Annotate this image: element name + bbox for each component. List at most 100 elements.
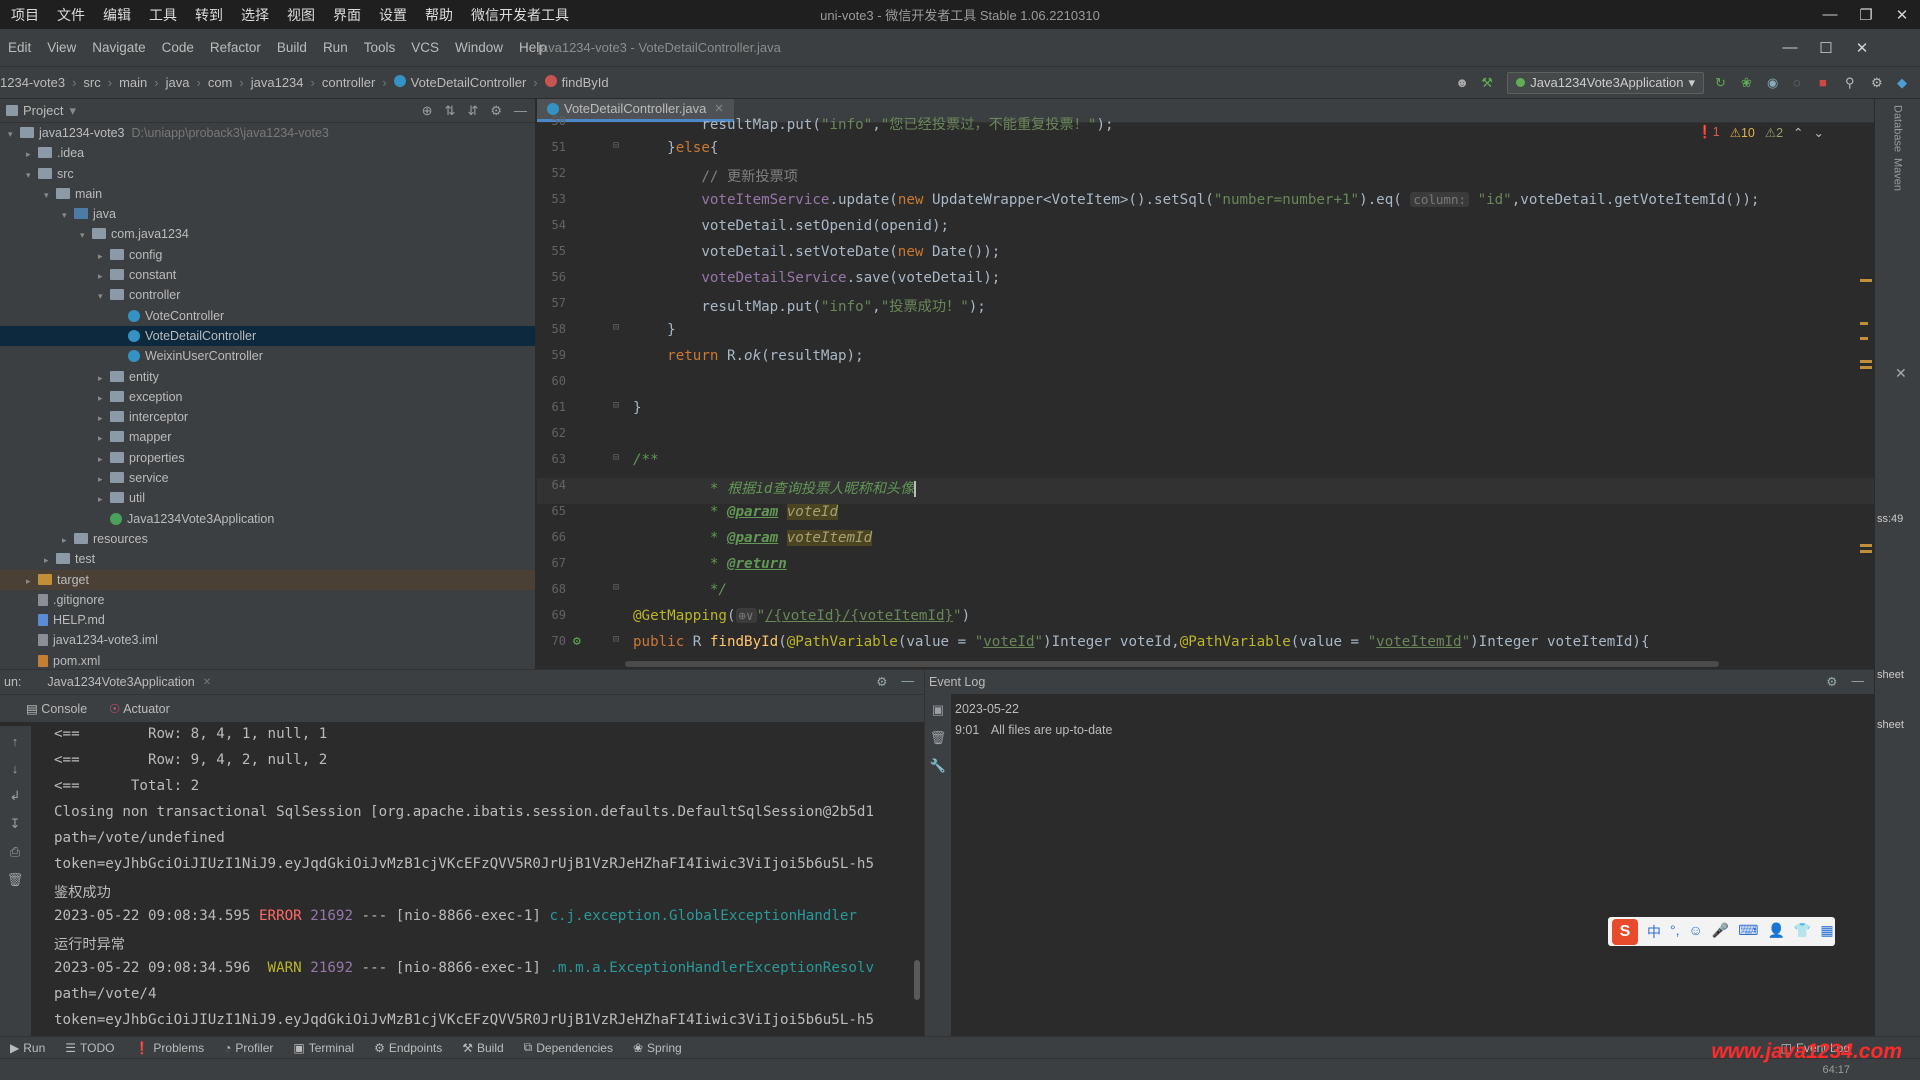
restore-button[interactable]: ❐ [1848,6,1884,24]
menu-navigate[interactable]: Navigate [84,40,153,55]
bottom-tab-todo[interactable]: ☰ TODO [55,1041,124,1055]
chevron-icon[interactable]: ▸ [26,144,38,164]
chevron-icon[interactable]: ▸ [26,571,38,591]
bottom-tab-spring[interactable]: ❀ Spring [623,1041,692,1055]
arrow-up-icon[interactable]: ↑ [12,734,19,749]
build-hammer-icon[interactable]: ⚒ [1481,75,1496,90]
ime-button[interactable]: 中 [1647,922,1661,942]
code-line[interactable]: 60 [537,374,1874,400]
breadcrumb-item[interactable]: main [119,75,147,90]
code-line[interactable]: 65 * @param voteId [537,504,1874,530]
log-logger[interactable]: c.j.exception.GlobalExceptionHandler [549,908,857,924]
ime-button[interactable]: ▦ [1820,922,1833,942]
user-icon[interactable]: ☻ [1455,75,1470,90]
tree-item-help-md[interactable]: HELP.md [0,610,535,630]
chevron-down-icon[interactable]: ▾ [69,103,76,119]
ide-maximize-button[interactable]: ☐ [1808,39,1844,57]
code-line[interactable]: 66 * @param voteItemId [537,530,1874,556]
code-line[interactable]: 63 ⊟ /** [537,452,1874,478]
ime-button[interactable]: °, [1670,922,1680,942]
menu-view[interactable]: View [39,40,84,55]
expand-all-icon[interactable]: ⇅ [445,103,456,119]
bottom-tab-run[interactable]: ▶ Run [0,1041,55,1055]
inspection-widget[interactable]: ❗1 ⚠10 ⚠2 ⌃ ⌄ [1697,125,1824,140]
ime-button[interactable]: 👤 [1767,922,1784,942]
code-line[interactable]: 54 voteDetail.setOpenid(openid); [537,218,1874,244]
tree-item-java1234-vote3-iml[interactable]: java1234-vote3.iml [0,630,535,650]
database-tab[interactable]: Database [1892,105,1904,152]
breadcrumb-item[interactable]: java1234 [251,75,304,90]
tree-item-resources[interactable]: ▸ resources [0,529,535,549]
bottom-tab-build[interactable]: ⚒ Build [452,1041,513,1055]
code-line[interactable]: 55 voteDetail.setVoteDate(new Date()); [537,244,1874,270]
ime-button[interactable]: ☺ [1689,922,1703,942]
menu-refactor[interactable]: Refactor [202,40,269,55]
close-icon[interactable]: ✕ [203,677,211,688]
chevron-icon[interactable]: ▸ [98,388,110,408]
code-line[interactable]: 50 resultMap.put("info","您已经投票过，不能重复投票！"… [537,114,1874,140]
tree-item-config[interactable]: ▸ config [0,245,535,265]
settings-gear-icon[interactable]: ⚙ [1871,75,1886,90]
menu-edit[interactable]: Edit [0,40,39,55]
chevron-icon[interactable]: ▸ [98,266,110,286]
run-config-tab[interactable]: Java1234Vote3Application [47,675,194,689]
chevron-icon[interactable]: ▸ [98,449,110,469]
code-line[interactable]: 51 ⊟ }else{ [537,140,1874,166]
bottom-tab-profiler[interactable]: ◔ Profiler [214,1041,283,1055]
code-line[interactable]: 69 @GetMapping(⊕∨ "/{voteId}/{voteItemId}"… [537,608,1874,634]
run-configuration-select[interactable]: Java1234Vote3Application ▾ [1507,71,1704,94]
tree-item-service[interactable]: ▸ service [0,468,535,488]
ide-close-button[interactable]: ✕ [1844,39,1880,57]
chevron-up-icon[interactable]: ⌃ [1793,125,1803,140]
outer-menu-item[interactable]: 设置 [370,5,416,25]
stop-icon[interactable]: ■ [1819,75,1834,90]
code-line[interactable]: 62 [537,426,1874,452]
tree-item-interceptor[interactable]: ▸ interceptor [0,407,535,427]
tree-item-main[interactable]: ▾ main [0,184,535,204]
ime-button[interactable]: 👕 [1794,922,1811,942]
arrow-down-icon[interactable]: ↓ [12,761,19,776]
bottom-tab-terminal[interactable]: ▣ Terminal [283,1041,364,1055]
code-line[interactable]: 56 voteDetailService.save(voteDetail); [537,270,1874,296]
project-title[interactable]: Project [23,103,63,118]
plugin-icon[interactable]: ◆ [1897,75,1912,90]
breadcrumb-item[interactable]: java [166,75,190,90]
code-line[interactable]: 68 ⊟ */ [537,582,1874,608]
fold-icon[interactable]: ⊟ [613,140,619,151]
wrench-icon[interactable]: 🔧 [930,758,946,774]
close-button[interactable]: ✕ [1884,6,1920,24]
chevron-icon[interactable]: ▾ [26,165,38,185]
locate-icon[interactable]: ⊕ [422,103,433,119]
outer-menu-item[interactable]: 项目 [2,5,48,25]
tree-item-util[interactable]: ▸ util [0,488,535,508]
tree-item-constant[interactable]: ▸ constant [0,265,535,285]
outer-menu-item[interactable]: 文件 [48,5,94,25]
endpoint-icon[interactable]: ⚙ [573,634,581,649]
code-line[interactable]: 61 ⊟} [537,400,1874,426]
tree-item-java1234vote3application[interactable]: Java1234Vote3Application [0,509,535,529]
breadcrumb-item[interactable]: findById [544,75,609,90]
log-logger[interactable]: .m.m.a.ExceptionHandlerExceptionResolv [549,960,874,976]
mark-read-icon[interactable]: ▣ [932,702,944,718]
chevron-icon[interactable]: ▾ [62,205,74,225]
outer-menu-item[interactable]: 界面 [324,5,370,25]
chevron-icon[interactable]: ▸ [62,530,74,550]
code-area[interactable]: 50 resultMap.put("info","您已经投票过，不能重复投票！"… [537,114,1874,669]
menu-tools[interactable]: Tools [356,40,404,55]
tree-item-java1234-vote3[interactable]: ▾ java1234-vote3 D:\uniapp\proback3\java12… [0,123,535,143]
code-line[interactable]: 58 ⊟ } [537,322,1874,348]
tree-item-mapper[interactable]: ▸ mapper [0,427,535,447]
tree-item-pom-xml[interactable]: pom.xml [0,651,535,669]
outer-menu-item[interactable]: 编辑 [94,5,140,25]
trash-icon[interactable]: 🗑 [7,872,24,888]
hide-icon[interactable]: — [514,103,527,119]
menu-vcs[interactable]: VCS [403,40,447,55]
tree-item-com-java1234[interactable]: ▾ com.java1234 [0,224,535,244]
close-icon[interactable]: ✕ [1895,365,1907,382]
outer-menu-item[interactable]: 微信开发者工具 [462,5,578,25]
chevron-icon[interactable]: ▾ [98,286,110,306]
menu-build[interactable]: Build [269,40,315,55]
code-line[interactable]: 70 ⊟ ⚙ public R findById(@PathVariable(valu… [537,634,1874,660]
fold-icon[interactable]: ⊟ [613,634,619,645]
debug-icon[interactable]: ❀ [1741,75,1756,90]
